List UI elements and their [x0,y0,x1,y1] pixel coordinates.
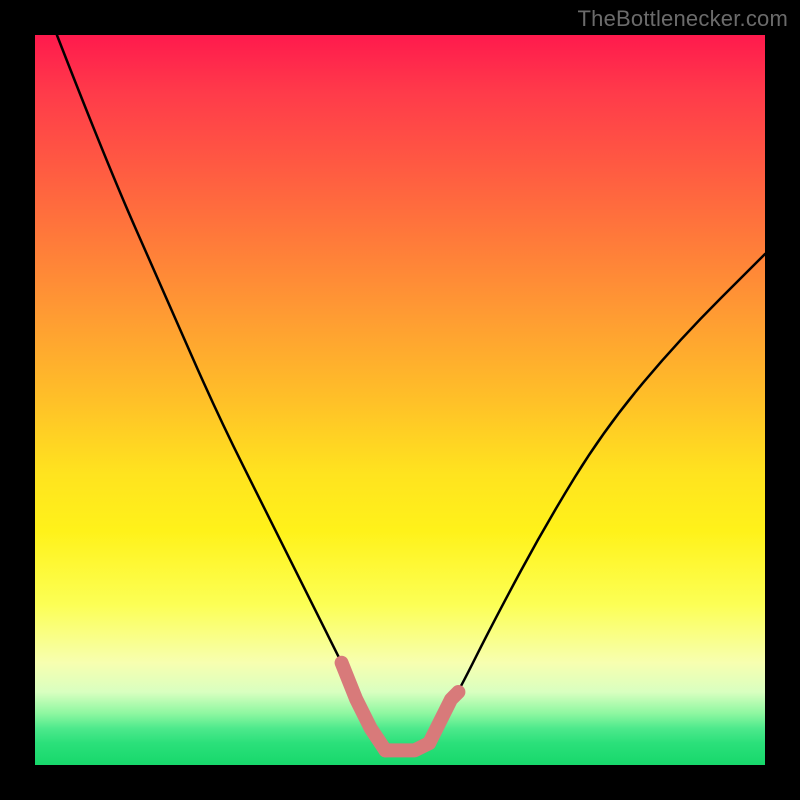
highlight-left-knee [342,663,386,751]
highlight-group [342,663,459,751]
bottleneck-curve-path [57,35,765,750]
highlight-right-knee [429,692,458,743]
watermark-text: TheBottlenecker.com [578,6,788,32]
outer-frame: TheBottlenecker.com [0,0,800,800]
chart-svg [0,0,800,800]
